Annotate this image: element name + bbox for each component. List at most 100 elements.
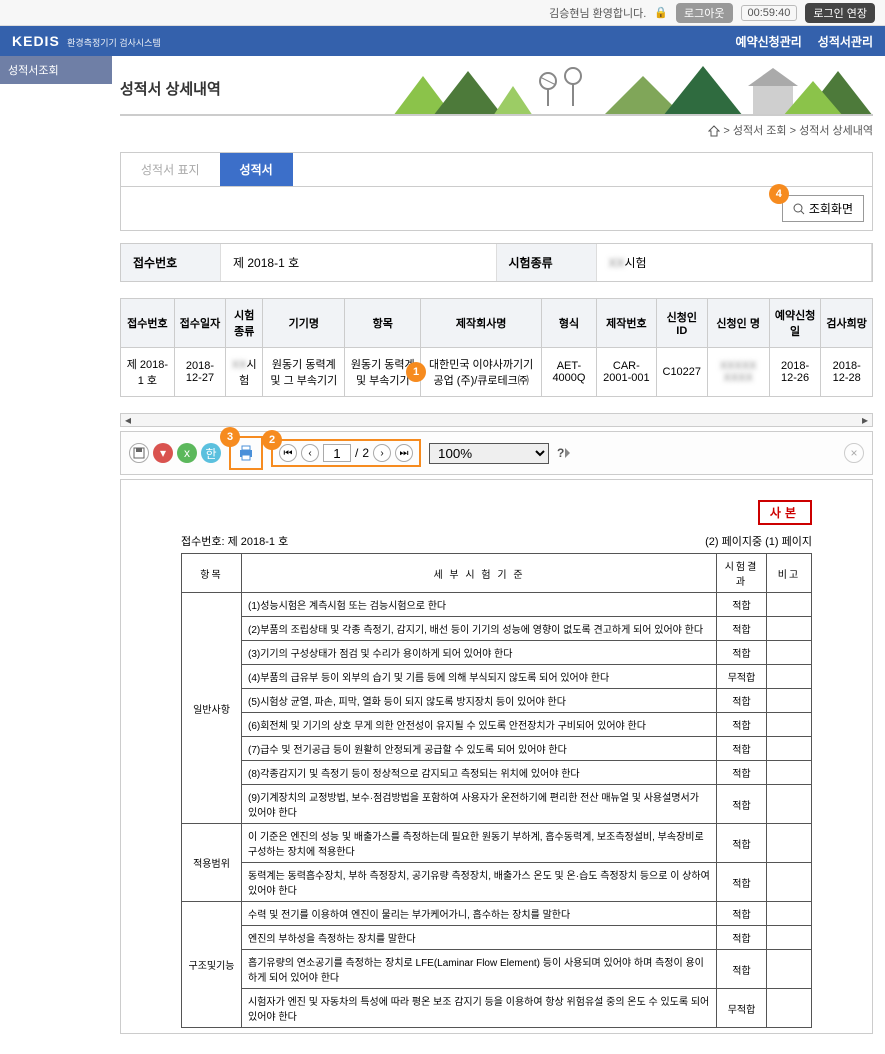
breadcrumb: > 성적서 조회 > 성적서 상세내역: [120, 116, 873, 148]
doc-r7: (7)급수 및 전기공급 등이 원활히 안정되게 공급할 수 있도록 되어 있어…: [242, 737, 717, 761]
page-current-input[interactable]: [323, 444, 351, 462]
th-11: 검사희망: [821, 299, 873, 348]
page-prev-button[interactable]: ‹: [301, 444, 319, 462]
doc-th-res: 시험결과: [717, 554, 767, 593]
th-9: 신청인 명: [707, 299, 769, 348]
doc-r13: 엔진의 부하성을 측정하는 장치를 말한다: [242, 926, 717, 950]
document-table: 항목 세 부 시 험 기 준 시험결과 비고 일반사항(1)성능시험은 계측시험…: [181, 553, 812, 1028]
doc-r11: 동력계는 동력흡수장치, 부하 측정장치, 공기유량 측정장치, 배출가스 온도…: [242, 863, 717, 902]
info-value-testtype: XX시험: [597, 244, 873, 281]
td-3: 원동기 동력계 및 그 부속기기: [263, 348, 345, 397]
doc-res: 적합: [717, 593, 767, 617]
page-last-button[interactable]: ⏭: [395, 444, 413, 462]
nav-report[interactable]: 성적서관리: [818, 33, 873, 50]
td-0: 제 2018-1 호: [121, 348, 175, 397]
doc-group-general: 일반사항: [182, 593, 242, 824]
page-total: 2: [362, 446, 369, 460]
td-9-masked: XXXXX XXXX: [720, 360, 757, 384]
export-excel-icon[interactable]: x: [177, 443, 197, 463]
nav-reservation[interactable]: 예약신청관리: [736, 33, 802, 50]
td-5: 대한민국 이야사까기기공업 (주)/큐로테크㈜: [421, 348, 542, 397]
document-preview: 사본 접수번호: 제 2018-1 호 (2) 페이지중 (1) 페이지 항목 …: [120, 479, 873, 1034]
doc-r2: (2)부품의 조립상태 및 각종 측정기, 감지기, 배선 등이 기기의 성능에…: [242, 617, 717, 641]
page-first-button[interactable]: ⏮: [279, 444, 297, 462]
topbar: 김승현님 환영합니다. 🔒 로그아웃 00:59:40 로그인 연장: [0, 0, 885, 26]
doc-receipt-no: 접수번호: 제 2018-1 호: [181, 533, 288, 549]
td-4-text: 원동기 동력계 및 부속기기: [351, 359, 415, 387]
td-7: CAR-2001-001: [596, 348, 656, 397]
table-header-row: 접수번호 접수일자 시험종류 기기명 항목 제작회사명 형식 제작번호 신청인 …: [121, 299, 873, 348]
export-hwp-icon[interactable]: 한: [201, 443, 221, 463]
doc-r4: (4)부품의 급유부 등이 외부의 습기 및 기름 등에 의해 부식되지 않도록…: [242, 665, 717, 689]
crumb-1[interactable]: 성적서 조회: [733, 125, 787, 137]
sidebar-report-search[interactable]: 성적서조회: [0, 56, 112, 84]
th-4: 항목: [345, 299, 421, 348]
search-icon: [793, 203, 805, 215]
doc-r6: (6)회전체 및 기기의 상호 무게 의한 안전성이 유지될 수 있도록 안전장…: [242, 713, 717, 737]
logo-subtitle: 환경측정기기 검사시스템: [67, 38, 161, 48]
page-title: 성적서 상세내역: [120, 78, 221, 99]
sidebar: 성적서조회: [0, 56, 112, 1054]
lock-icon: 🔒: [654, 6, 668, 19]
callout-3: 3: [220, 427, 240, 447]
crumb-2: 성적서 상세내역: [799, 125, 873, 137]
save-report-icon[interactable]: [129, 443, 149, 463]
session-timer: 00:59:40: [741, 5, 798, 21]
welcome-text: 김승현님 환영합니다.: [549, 5, 646, 21]
th-7: 제작번호: [596, 299, 656, 348]
info-testtype-masked: XX: [609, 256, 625, 270]
search-button-label: 조회화면: [809, 200, 853, 217]
print-button[interactable]: [234, 441, 258, 465]
callout-4: 4: [769, 184, 789, 204]
tab-cover[interactable]: 성적서 표지: [121, 153, 220, 186]
td-10: 2018-12-26: [769, 348, 821, 397]
doc-r3: (3)기기의 구성상태가 점검 및 수리가 용이하게 되어 있어야 한다: [242, 641, 717, 665]
results-table: 접수번호 접수일자 시험종류 기기명 항목 제작회사명 형식 제작번호 신청인 …: [120, 298, 873, 397]
tab-report[interactable]: 성적서: [220, 153, 293, 186]
doc-r5: (5)시험상 균열, 파손, 피막, 열화 등이 되지 않도록 방지장치 등이 …: [242, 689, 717, 713]
td-1: 2018-12-27: [174, 348, 226, 397]
th-2: 시험종류: [226, 299, 263, 348]
callout-1: 1: [406, 362, 426, 382]
logo-wrap: KEDIS 환경측정기기 검사시스템: [12, 33, 161, 49]
doc-r8: (8)각종감지기 및 측정기 등이 정상적으로 감지되고 측정되는 위치에 있어…: [242, 761, 717, 785]
doc-r10: 이 기준은 엔진의 성능 및 배출가스를 측정하는데 필요한 원동기 부하계, …: [242, 824, 717, 863]
td-11: 2018-12-28: [821, 348, 873, 397]
print-icon: [237, 444, 255, 462]
info-label-testtype: 시험종류: [497, 244, 597, 281]
main-nav: 예약신청관리 성적서관리: [736, 33, 873, 50]
td-9: XXXXX XXXX: [707, 348, 769, 397]
export-pdf-icon[interactable]: ▾: [153, 443, 173, 463]
copy-stamp: 사본: [758, 500, 812, 525]
zoom-select[interactable]: 100%: [429, 443, 549, 464]
doc-th-std: 세 부 시 험 기 준: [242, 554, 717, 593]
hero-banner: 성적서 상세내역: [120, 56, 873, 116]
info-value-receipt: 제 2018-1 호: [221, 244, 497, 281]
page-next-button[interactable]: ›: [373, 444, 391, 462]
hero-illustration: [373, 56, 873, 116]
logout-button[interactable]: 로그아웃: [676, 3, 732, 23]
help-icon[interactable]: ?: [557, 446, 576, 460]
info-label-receipt: 접수번호: [121, 244, 221, 281]
td-8: C10227: [657, 348, 708, 397]
search-screen-button[interactable]: 조회화면: [782, 195, 864, 222]
th-0: 접수번호: [121, 299, 175, 348]
main-header: KEDIS 환경측정기기 검사시스템 예약신청관리 성적서관리: [0, 26, 885, 56]
doc-group-struct: 구조및기능: [182, 902, 242, 1028]
home-icon: [708, 125, 720, 137]
th-3: 기기명: [263, 299, 345, 348]
extend-session-button[interactable]: 로그인 연장: [805, 3, 875, 23]
th-10: 예약신청일: [769, 299, 821, 348]
close-viewer-button[interactable]: ×: [844, 443, 864, 463]
th-5: 제작회사명: [421, 299, 542, 348]
doc-r15: 시험자가 엔진 및 자동차의 특성에 따라 평온 보조 감지기 등을 이용하여 …: [242, 989, 717, 1028]
th-1: 접수일자: [174, 299, 226, 348]
doc-r9: (9)기계장치의 교정방법, 보수·점검방법을 포함하여 사용자가 운전하기에 …: [242, 785, 717, 824]
table-row[interactable]: 제 2018-1 호 2018-12-27 XX시험 원동기 동력계 및 그 부…: [121, 348, 873, 397]
doc-r14: 흡기유량의 연소공기를 측정하는 장치로 LFE(Laminar Flow El…: [242, 950, 717, 989]
horizontal-scrollbar[interactable]: ◂ ▸: [120, 413, 873, 427]
th-6: 형식: [542, 299, 597, 348]
scroll-right-icon[interactable]: ▸: [858, 414, 872, 426]
scroll-left-icon[interactable]: ◂: [121, 414, 135, 426]
td-2: XX시험: [226, 348, 263, 397]
